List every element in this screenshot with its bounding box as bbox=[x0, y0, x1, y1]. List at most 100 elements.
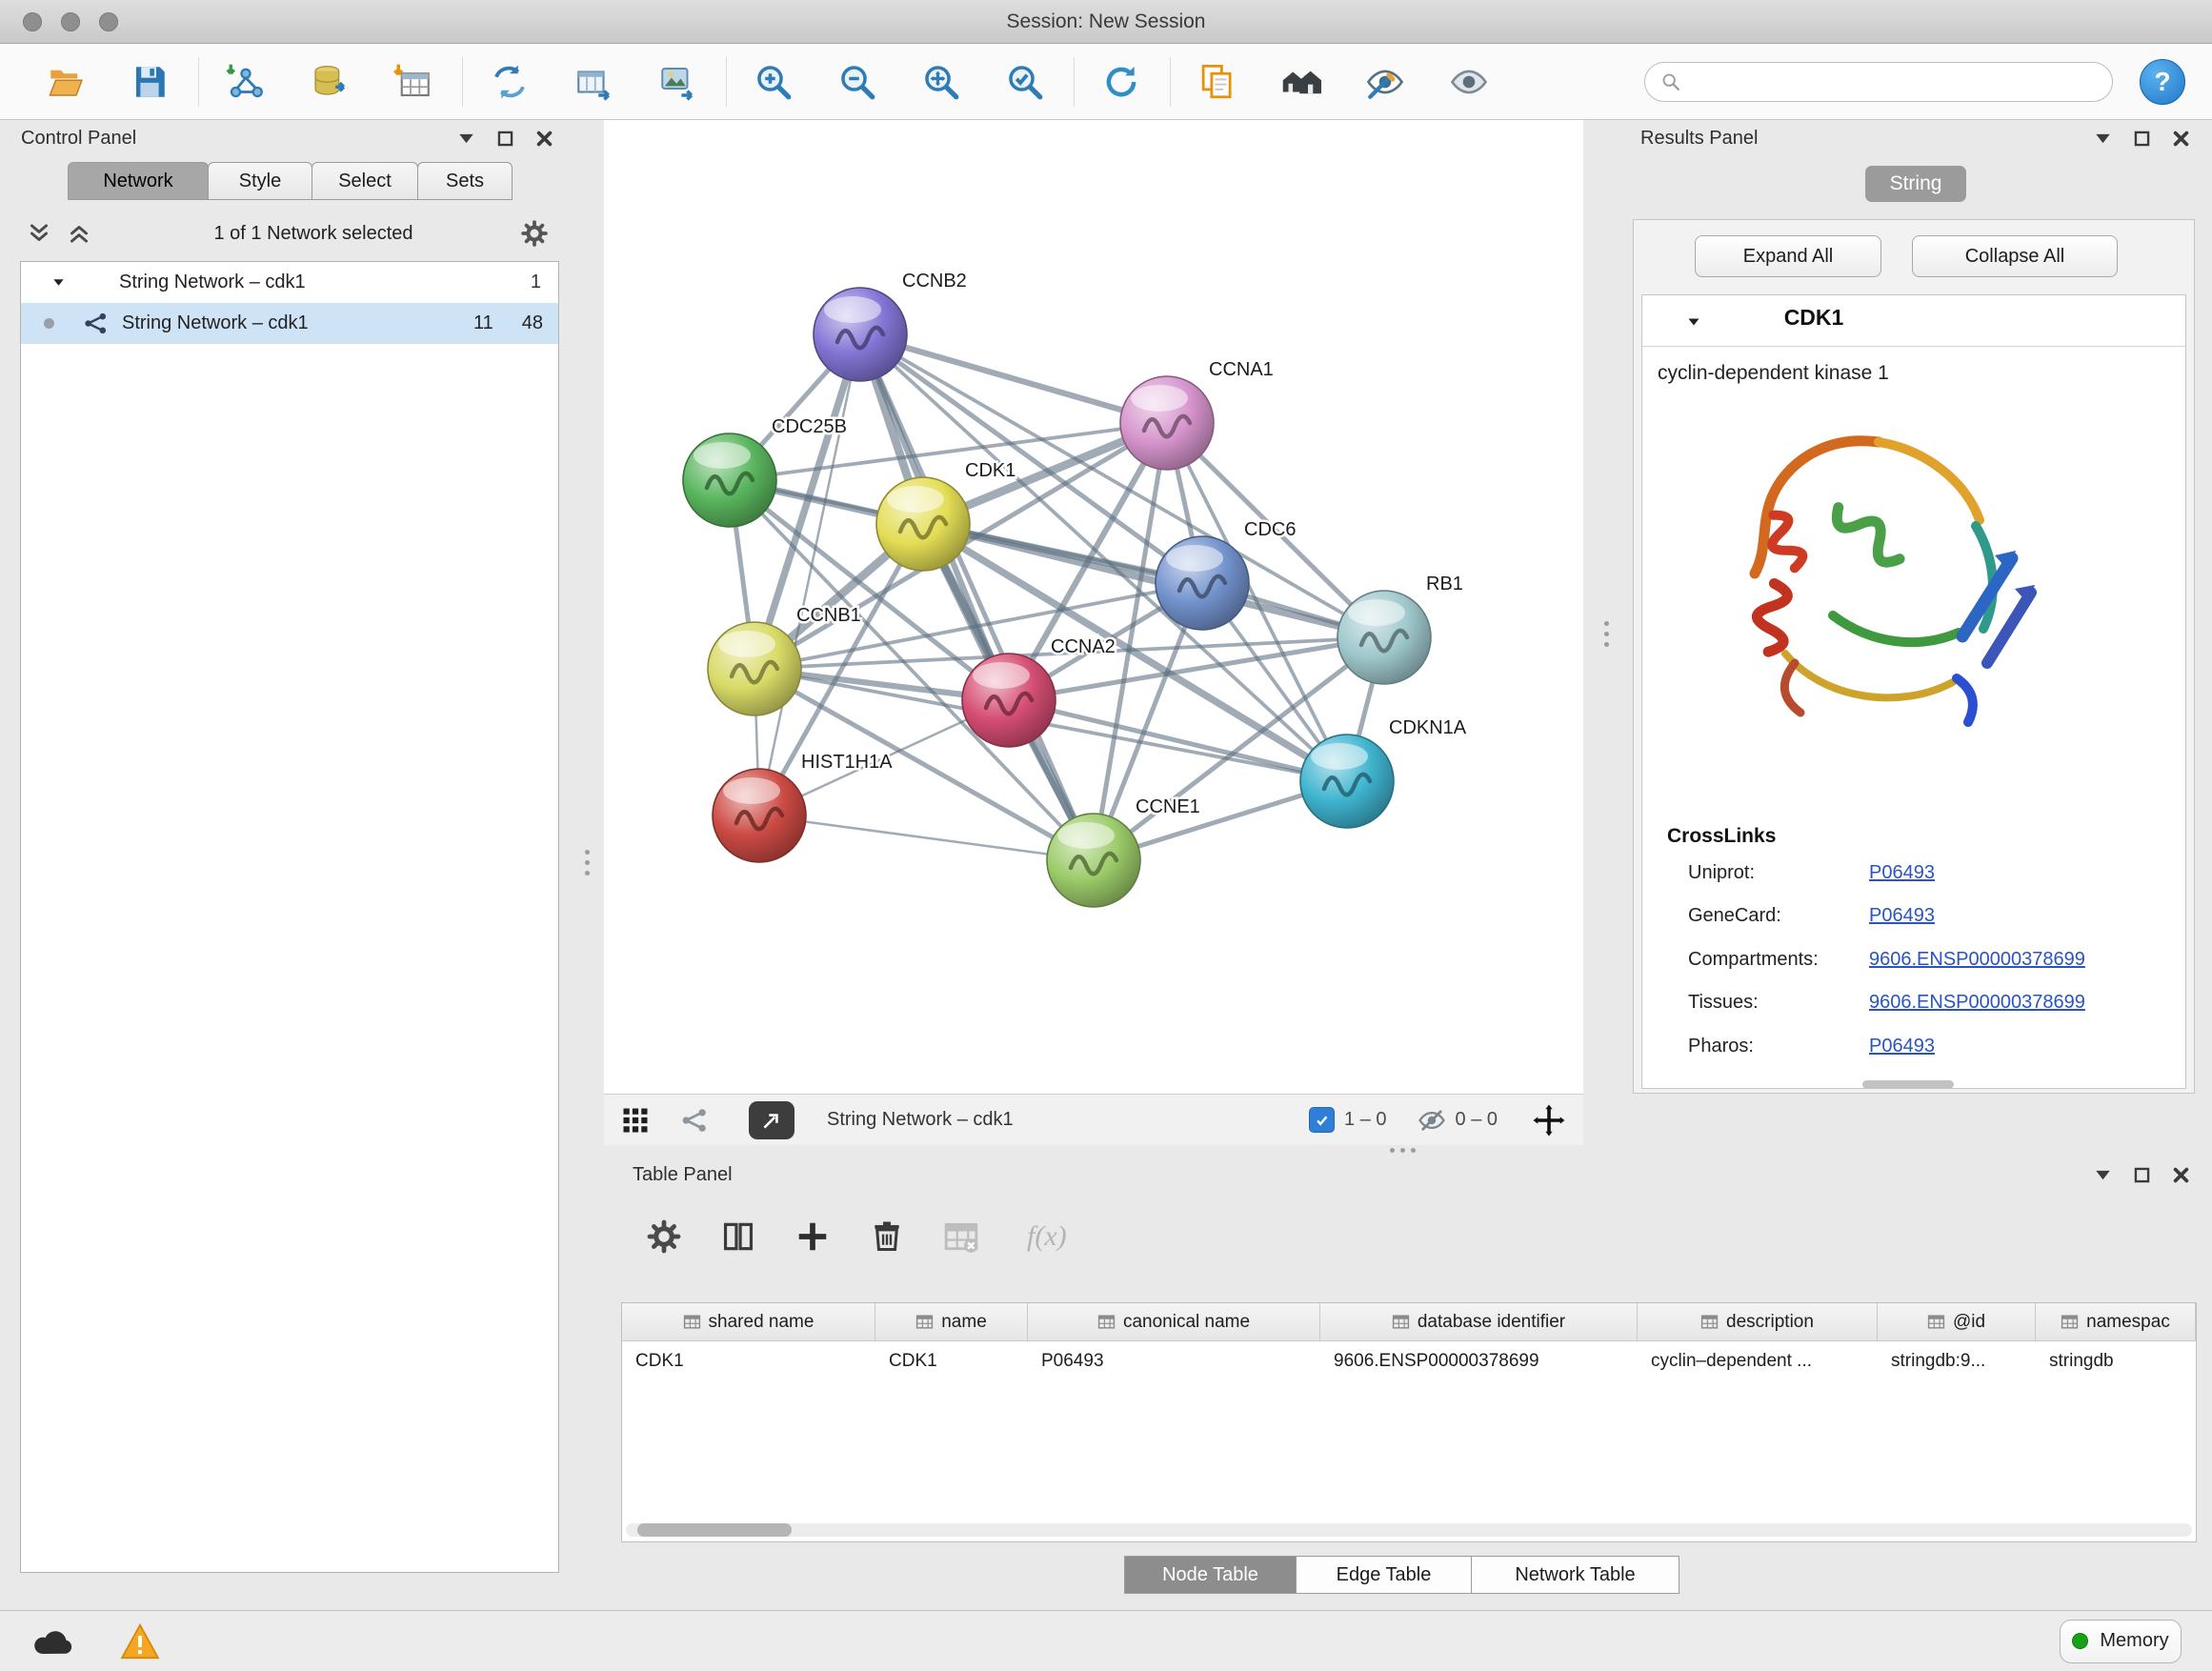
scrollbar-thumb[interactable] bbox=[637, 1523, 792, 1537]
network-collection-row[interactable]: String Network – cdk1 1 bbox=[21, 262, 558, 303]
function-builder-button[interactable]: f(x) bbox=[1027, 1220, 1067, 1253]
show-all-button[interactable] bbox=[1445, 58, 1493, 106]
network-options-gear-icon[interactable] bbox=[520, 219, 549, 248]
edge-CCNB2-CCNE1[interactable] bbox=[860, 334, 1094, 860]
table-cell[interactable]: cyclin–dependent ... bbox=[1638, 1341, 1878, 1380]
apply-layout-button[interactable] bbox=[1097, 58, 1145, 106]
float-panel-icon[interactable] bbox=[2132, 129, 2152, 149]
bottom-splitter-handle[interactable] bbox=[1383, 1146, 1421, 1154]
table-cell[interactable]: CDK1 bbox=[622, 1341, 875, 1380]
tab-string[interactable]: String bbox=[1865, 166, 1967, 202]
table-row[interactable]: CDK1CDK1P064939606.ENSP00000378699cyclin… bbox=[622, 1341, 2196, 1380]
open-session-button[interactable] bbox=[42, 58, 90, 106]
node-CDC6[interactable] bbox=[1156, 536, 1249, 630]
tab-network[interactable]: Network bbox=[68, 162, 209, 200]
tree-expand-icon[interactable] bbox=[51, 275, 66, 290]
collapse-panel-icon[interactable] bbox=[2093, 1165, 2113, 1185]
search-box[interactable] bbox=[1644, 62, 2113, 102]
node-CCNE1[interactable] bbox=[1047, 814, 1140, 907]
table-cell[interactable]: P06493 bbox=[1028, 1341, 1320, 1380]
open-in-new-window-button[interactable] bbox=[749, 1101, 794, 1139]
column-header-database-identifier[interactable]: database identifier bbox=[1320, 1303, 1638, 1341]
collapse-gene-icon[interactable] bbox=[1686, 314, 1701, 330]
right-splitter-handle[interactable] bbox=[1602, 614, 1610, 653]
close-panel-icon[interactable] bbox=[2171, 129, 2191, 149]
column-header-name[interactable]: name bbox=[875, 1303, 1028, 1341]
node-RB1[interactable] bbox=[1337, 591, 1431, 684]
cloud-status-icon[interactable] bbox=[30, 1626, 74, 1657]
node-HIST1H1A[interactable] bbox=[713, 769, 806, 862]
column-header-canonical-name[interactable]: canonical name bbox=[1028, 1303, 1320, 1341]
clone-network-button[interactable] bbox=[486, 58, 533, 106]
edge-CCNB2-HIST1H1A[interactable] bbox=[759, 334, 860, 815]
table-cell[interactable]: stringdb bbox=[2036, 1341, 2196, 1380]
hide-selected-button[interactable] bbox=[1361, 58, 1409, 106]
table-cell[interactable]: 9606.ENSP00000378699 bbox=[1320, 1341, 1638, 1380]
show-columns-button[interactable] bbox=[716, 1215, 760, 1258]
network-graph[interactable]: CCNB2CCNA1CDC25BCDK1CDC6RB1CCNB1CCNA2CDK… bbox=[604, 120, 1583, 1094]
save-session-button[interactable] bbox=[126, 58, 173, 106]
crosslink-link[interactable]: P06493 bbox=[1869, 862, 1935, 884]
edge-CDK1-RB1[interactable] bbox=[923, 524, 1384, 637]
node-CDK1[interactable] bbox=[876, 477, 970, 571]
zoom-fit-button[interactable] bbox=[917, 58, 965, 106]
first-neighbors-button[interactable] bbox=[1277, 58, 1325, 106]
pan-crosshair-icon[interactable] bbox=[1532, 1103, 1566, 1137]
zoom-selected-button[interactable] bbox=[1001, 58, 1049, 106]
node-CCNA1[interactable] bbox=[1120, 376, 1214, 470]
crosslink-link[interactable]: 9606.ENSP00000378699 bbox=[1869, 949, 2085, 971]
crosslink-link[interactable]: 9606.ENSP00000378699 bbox=[1869, 992, 2085, 1014]
add-column-button[interactable] bbox=[791, 1215, 835, 1258]
table-horizontal-scrollbar[interactable] bbox=[626, 1523, 2192, 1537]
expand-all-button[interactable]: Expand All bbox=[1695, 235, 1881, 277]
node-CDKN1A[interactable] bbox=[1300, 735, 1394, 828]
column-header--id[interactable]: @id bbox=[1878, 1303, 2036, 1341]
table-settings-button[interactable] bbox=[642, 1215, 686, 1258]
zoom-window-button[interactable] bbox=[99, 12, 118, 31]
collapse-panel-icon[interactable] bbox=[456, 129, 476, 149]
tab-network-table[interactable]: Network Table bbox=[1471, 1556, 1679, 1594]
tab-style[interactable]: Style bbox=[208, 162, 312, 200]
network-from-table-button[interactable] bbox=[570, 58, 617, 106]
tab-sets[interactable]: Sets bbox=[417, 162, 513, 200]
tab-edge-table[interactable]: Edge Table bbox=[1296, 1556, 1472, 1594]
float-panel-icon[interactable] bbox=[495, 129, 515, 149]
node-CCNA2[interactable] bbox=[962, 654, 1056, 747]
close-panel-icon[interactable] bbox=[534, 129, 554, 149]
selected-checkbox-icon[interactable] bbox=[1309, 1107, 1335, 1133]
collapse-all-button[interactable]: Collapse All bbox=[1912, 235, 2118, 277]
memory-button[interactable]: Memory bbox=[2060, 1620, 2182, 1663]
import-network-file-button[interactable] bbox=[222, 58, 270, 106]
node-CCNB1[interactable] bbox=[708, 622, 801, 715]
table-cell[interactable]: CDK1 bbox=[875, 1341, 1028, 1380]
delete-column-button[interactable] bbox=[865, 1215, 909, 1258]
node-CCNB2[interactable] bbox=[814, 288, 907, 381]
search-input[interactable] bbox=[1691, 71, 2097, 92]
collapse-panel-icon[interactable] bbox=[2093, 129, 2113, 149]
network-overview-icon[interactable] bbox=[680, 1106, 709, 1135]
copy-style-button[interactable] bbox=[1194, 58, 1241, 106]
node-CDC25B[interactable] bbox=[683, 433, 776, 527]
hidden-eye-icon[interactable] bbox=[1418, 1106, 1446, 1135]
close-window-button[interactable] bbox=[23, 12, 42, 31]
warning-icon[interactable] bbox=[120, 1623, 160, 1660]
grid-view-icon[interactable] bbox=[621, 1106, 650, 1135]
expand-all-networks-icon[interactable] bbox=[67, 221, 91, 246]
results-scrollbar-thumb[interactable] bbox=[1862, 1080, 1954, 1089]
network-row-selected[interactable]: String Network – cdk1 11 48 bbox=[21, 303, 558, 344]
network-canvas[interactable]: CCNB2CCNA1CDC25BCDK1CDC6RB1CCNB1CCNA2CDK… bbox=[604, 120, 1583, 1094]
tab-select[interactable]: Select bbox=[312, 162, 418, 200]
zoom-in-button[interactable] bbox=[750, 58, 797, 106]
node-table[interactable]: shared namenamecanonical namedatabase id… bbox=[621, 1302, 2197, 1542]
table-cell[interactable]: stringdb:9... bbox=[1878, 1341, 2036, 1380]
collapse-all-networks-icon[interactable] bbox=[27, 221, 51, 246]
zoom-out-button[interactable] bbox=[834, 58, 881, 106]
left-splitter-handle[interactable] bbox=[583, 843, 591, 881]
import-network-database-button[interactable] bbox=[306, 58, 353, 106]
import-table-file-button[interactable] bbox=[390, 58, 437, 106]
column-header-shared-name[interactable]: shared name bbox=[622, 1303, 875, 1341]
help-button[interactable]: ? bbox=[2140, 59, 2185, 105]
tab-node-table[interactable]: Node Table bbox=[1124, 1556, 1297, 1594]
close-panel-icon[interactable] bbox=[2171, 1165, 2191, 1185]
float-panel-icon[interactable] bbox=[2132, 1165, 2152, 1185]
